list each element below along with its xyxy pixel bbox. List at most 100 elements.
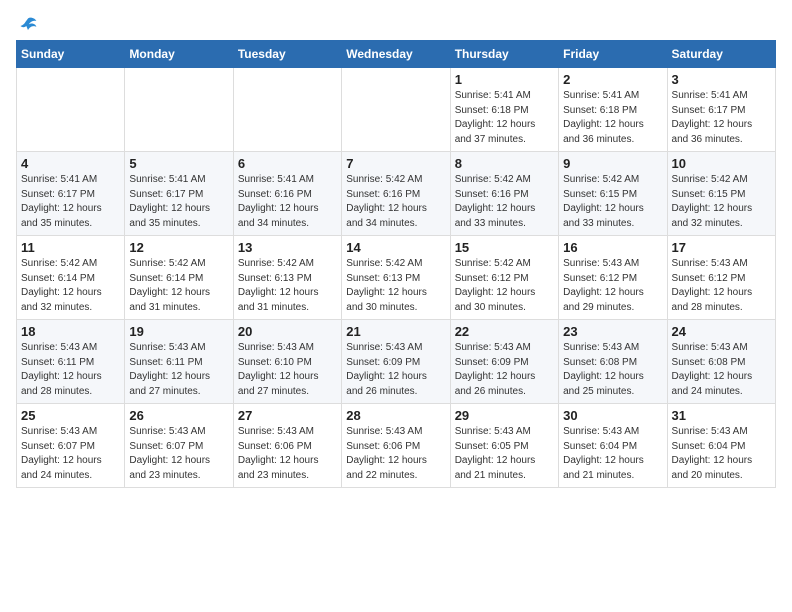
day-number: 10 <box>672 156 771 171</box>
day-info: Sunrise: 5:43 AM Sunset: 6:11 PM Dayligh… <box>129 341 228 399</box>
logo <box>16 16 38 36</box>
day-number: 2 <box>563 72 662 87</box>
day-number: 20 <box>238 324 337 339</box>
day-number: 5 <box>129 156 228 171</box>
day-cell: 7 Sunrise: 5:42 AM Sunset: 6:16 PM Daylig… <box>342 152 450 236</box>
header-wednesday: Wednesday <box>342 41 450 68</box>
day-number: 25 <box>21 408 120 423</box>
day-info: Sunrise: 5:43 AM Sunset: 6:10 PM Dayligh… <box>238 341 337 399</box>
day-info: Sunrise: 5:43 AM Sunset: 6:09 PM Dayligh… <box>455 341 554 399</box>
day-number: 27 <box>238 408 337 423</box>
day-cell: 11Sunrise: 5:42 AM Sunset: 6:14 PM Dayli… <box>17 236 125 320</box>
day-info: Sunrise: 5:43 AM Sunset: 6:04 PM Dayligh… <box>672 425 771 483</box>
day-number: 15 <box>455 240 554 255</box>
day-number: 24 <box>672 324 771 339</box>
week-row-4: 18 Sunrise: 5:43 AM Sunset: 6:11 PM Dayli… <box>17 320 776 404</box>
header-friday: Friday <box>559 41 667 68</box>
day-number: 6 <box>238 156 337 171</box>
day-cell <box>233 68 341 152</box>
day-info: Sunrise: 5:42 AM Sunset: 6:16 PM Dayligh… <box>455 173 554 231</box>
day-info: Sunrise: 5:43 AM Sunset: 6:06 PM Dayligh… <box>346 425 445 483</box>
day-cell: 17Sunrise: 5:43 AM Sunset: 6:12 PM Dayli… <box>667 236 775 320</box>
day-info: Sunrise: 5:41 AM Sunset: 6:17 PM Dayligh… <box>21 173 120 231</box>
day-info: Sunrise: 5:43 AM Sunset: 6:09 PM Dayligh… <box>346 341 445 399</box>
day-cell: 24 Sunrise: 5:43 AM Sunset: 6:08 PM Dayli… <box>667 320 775 404</box>
day-info: Sunrise: 5:42 AM Sunset: 6:14 PM Dayligh… <box>129 257 228 315</box>
day-number: 21 <box>346 324 445 339</box>
day-cell: 25 Sunrise: 5:43 AM Sunset: 6:07 PM Dayli… <box>17 404 125 488</box>
day-info: Sunrise: 5:41 AM Sunset: 6:18 PM Dayligh… <box>563 89 662 147</box>
day-cell: 2 Sunrise: 5:41 AM Sunset: 6:18 PM Daylig… <box>559 68 667 152</box>
day-cell: 4Sunrise: 5:41 AM Sunset: 6:17 PM Daylig… <box>17 152 125 236</box>
header-row: SundayMondayTuesdayWednesdayThursdayFrid… <box>17 41 776 68</box>
logo-area <box>16 16 38 32</box>
day-number: 18 <box>21 324 120 339</box>
day-cell: 20 Sunrise: 5:43 AM Sunset: 6:10 PM Dayli… <box>233 320 341 404</box>
day-cell: 9 Sunrise: 5:42 AM Sunset: 6:15 PM Daylig… <box>559 152 667 236</box>
day-number: 22 <box>455 324 554 339</box>
day-cell: 13Sunrise: 5:42 AM Sunset: 6:13 PM Dayli… <box>233 236 341 320</box>
day-info: Sunrise: 5:43 AM Sunset: 6:04 PM Dayligh… <box>563 425 662 483</box>
day-number: 8 <box>455 156 554 171</box>
header-sunday: Sunday <box>17 41 125 68</box>
day-info: Sunrise: 5:43 AM Sunset: 6:12 PM Dayligh… <box>563 257 662 315</box>
day-cell: 18 Sunrise: 5:43 AM Sunset: 6:11 PM Dayli… <box>17 320 125 404</box>
day-info: Sunrise: 5:42 AM Sunset: 6:13 PM Dayligh… <box>238 257 337 315</box>
day-number: 14 <box>346 240 445 255</box>
day-info: Sunrise: 5:42 AM Sunset: 6:13 PM Dayligh… <box>346 257 445 315</box>
day-info: Sunrise: 5:43 AM Sunset: 6:05 PM Dayligh… <box>455 425 554 483</box>
day-number: 11 <box>21 240 120 255</box>
day-cell: 6 Sunrise: 5:41 AM Sunset: 6:16 PM Daylig… <box>233 152 341 236</box>
week-row-2: 4Sunrise: 5:41 AM Sunset: 6:17 PM Daylig… <box>17 152 776 236</box>
day-cell: 10 Sunrise: 5:42 AM Sunset: 6:15 PM Dayli… <box>667 152 775 236</box>
week-row-5: 25 Sunrise: 5:43 AM Sunset: 6:07 PM Dayli… <box>17 404 776 488</box>
day-cell <box>342 68 450 152</box>
day-cell: 12 Sunrise: 5:42 AM Sunset: 6:14 PM Dayli… <box>125 236 233 320</box>
day-cell: 15 Sunrise: 5:42 AM Sunset: 6:12 PM Dayli… <box>450 236 558 320</box>
day-cell: 28 Sunrise: 5:43 AM Sunset: 6:06 PM Dayli… <box>342 404 450 488</box>
week-row-3: 11 Sunrise: 5:42 AM Sunset: 6:14 PM Dayli… <box>17 236 776 320</box>
day-number: 9 <box>563 156 662 171</box>
day-cell <box>125 68 233 152</box>
day-cell: 22 Sunrise: 5:43 AM Sunset: 6:09 PM Dayli… <box>450 320 558 404</box>
day-cell: 5Sunrise: 5:41 AM Sunset: 6:17 PM Daylig… <box>125 152 233 236</box>
day-number: 17 <box>672 240 771 255</box>
logo-bird-icon <box>18 16 38 36</box>
day-info: Sunrise: 5:43 AM Sunset: 6:07 PM Dayligh… <box>129 425 228 483</box>
day-info: Sunrise: 5:42 AM Sunset: 6:15 PM Dayligh… <box>672 173 771 231</box>
header-monday: Monday <box>125 41 233 68</box>
day-cell: 16 Sunrise: 5:43 AM Sunset: 6:12 PM Dayli… <box>559 236 667 320</box>
day-info: Sunrise: 5:42 AM Sunset: 6:16 PM Dayligh… <box>346 173 445 231</box>
header-saturday: Saturday <box>667 41 775 68</box>
day-info: Sunrise: 5:42 AM Sunset: 6:15 PM Dayligh… <box>563 173 662 231</box>
day-number: 31 <box>672 408 771 423</box>
day-number: 19 <box>129 324 228 339</box>
calendar-table: SundayMondayTuesdayWednesdayThursdayFrid… <box>16 40 776 488</box>
day-cell: 8 Sunrise: 5:42 AM Sunset: 6:16 PM Daylig… <box>450 152 558 236</box>
day-cell: 21 Sunrise: 5:43 AM Sunset: 6:09 PM Dayli… <box>342 320 450 404</box>
day-info: Sunrise: 5:43 AM Sunset: 6:08 PM Dayligh… <box>563 341 662 399</box>
day-info: Sunrise: 5:41 AM Sunset: 6:18 PM Dayligh… <box>455 89 554 147</box>
day-number: 16 <box>563 240 662 255</box>
day-number: 7 <box>346 156 445 171</box>
day-info: Sunrise: 5:43 AM Sunset: 6:08 PM Dayligh… <box>672 341 771 399</box>
day-info: Sunrise: 5:42 AM Sunset: 6:12 PM Dayligh… <box>455 257 554 315</box>
day-info: Sunrise: 5:43 AM Sunset: 6:07 PM Dayligh… <box>21 425 120 483</box>
day-cell: 29Sunrise: 5:43 AM Sunset: 6:05 PM Dayli… <box>450 404 558 488</box>
day-cell: 31 Sunrise: 5:43 AM Sunset: 6:04 PM Dayli… <box>667 404 775 488</box>
day-cell <box>17 68 125 152</box>
day-info: Sunrise: 5:41 AM Sunset: 6:16 PM Dayligh… <box>238 173 337 231</box>
day-number: 28 <box>346 408 445 423</box>
page-header <box>16 16 776 32</box>
day-cell: 3Sunrise: 5:41 AM Sunset: 6:17 PM Daylig… <box>667 68 775 152</box>
day-number: 23 <box>563 324 662 339</box>
day-number: 30 <box>563 408 662 423</box>
day-number: 12 <box>129 240 228 255</box>
header-thursday: Thursday <box>450 41 558 68</box>
day-cell: 1Sunrise: 5:41 AM Sunset: 6:18 PM Daylig… <box>450 68 558 152</box>
week-row-1: 1Sunrise: 5:41 AM Sunset: 6:18 PM Daylig… <box>17 68 776 152</box>
day-cell: 30 Sunrise: 5:43 AM Sunset: 6:04 PM Dayli… <box>559 404 667 488</box>
day-info: Sunrise: 5:43 AM Sunset: 6:11 PM Dayligh… <box>21 341 120 399</box>
day-cell: 27Sunrise: 5:43 AM Sunset: 6:06 PM Dayli… <box>233 404 341 488</box>
header-tuesday: Tuesday <box>233 41 341 68</box>
